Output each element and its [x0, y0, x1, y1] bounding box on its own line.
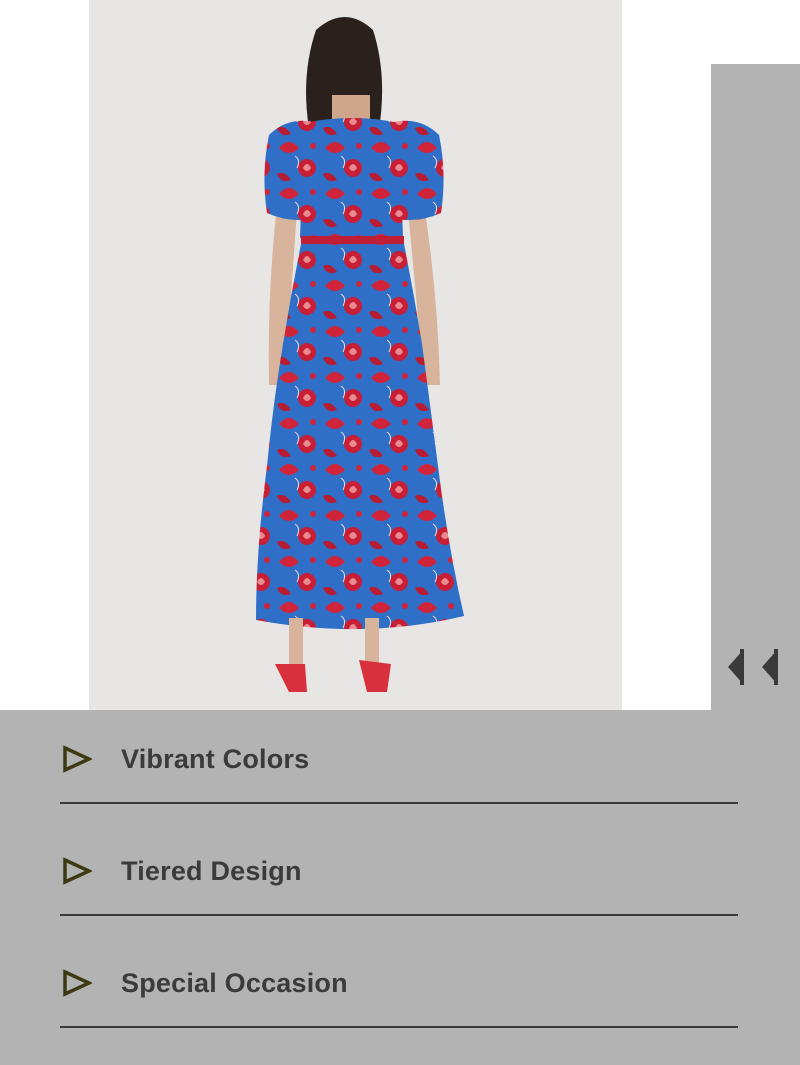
feature-item-tiered-design[interactable]: Tiered Design [60, 822, 738, 916]
dress-photo [256, 17, 464, 692]
play-triangle-icon [63, 745, 92, 773]
product-image[interactable] [89, 0, 622, 710]
play-triangle-icon [63, 969, 92, 997]
feature-label: Tiered Design [121, 856, 302, 886]
feature-list: Vibrant Colors Tiered Design Special Occ… [0, 710, 800, 1065]
side-panel [711, 64, 800, 710]
feature-label: Special Occasion [121, 968, 348, 998]
product-page: Vibrant Colors Tiered Design Special Occ… [0, 0, 800, 1065]
feature-label: Vibrant Colors [121, 744, 310, 774]
gallery-prev-button[interactable] [724, 647, 784, 687]
feature-item-special-occasion[interactable]: Special Occasion [60, 934, 738, 1028]
feature-item-vibrant-colors[interactable]: Vibrant Colors [60, 710, 738, 804]
play-triangle-icon [63, 857, 92, 885]
double-chevron-left-icon [728, 649, 778, 685]
